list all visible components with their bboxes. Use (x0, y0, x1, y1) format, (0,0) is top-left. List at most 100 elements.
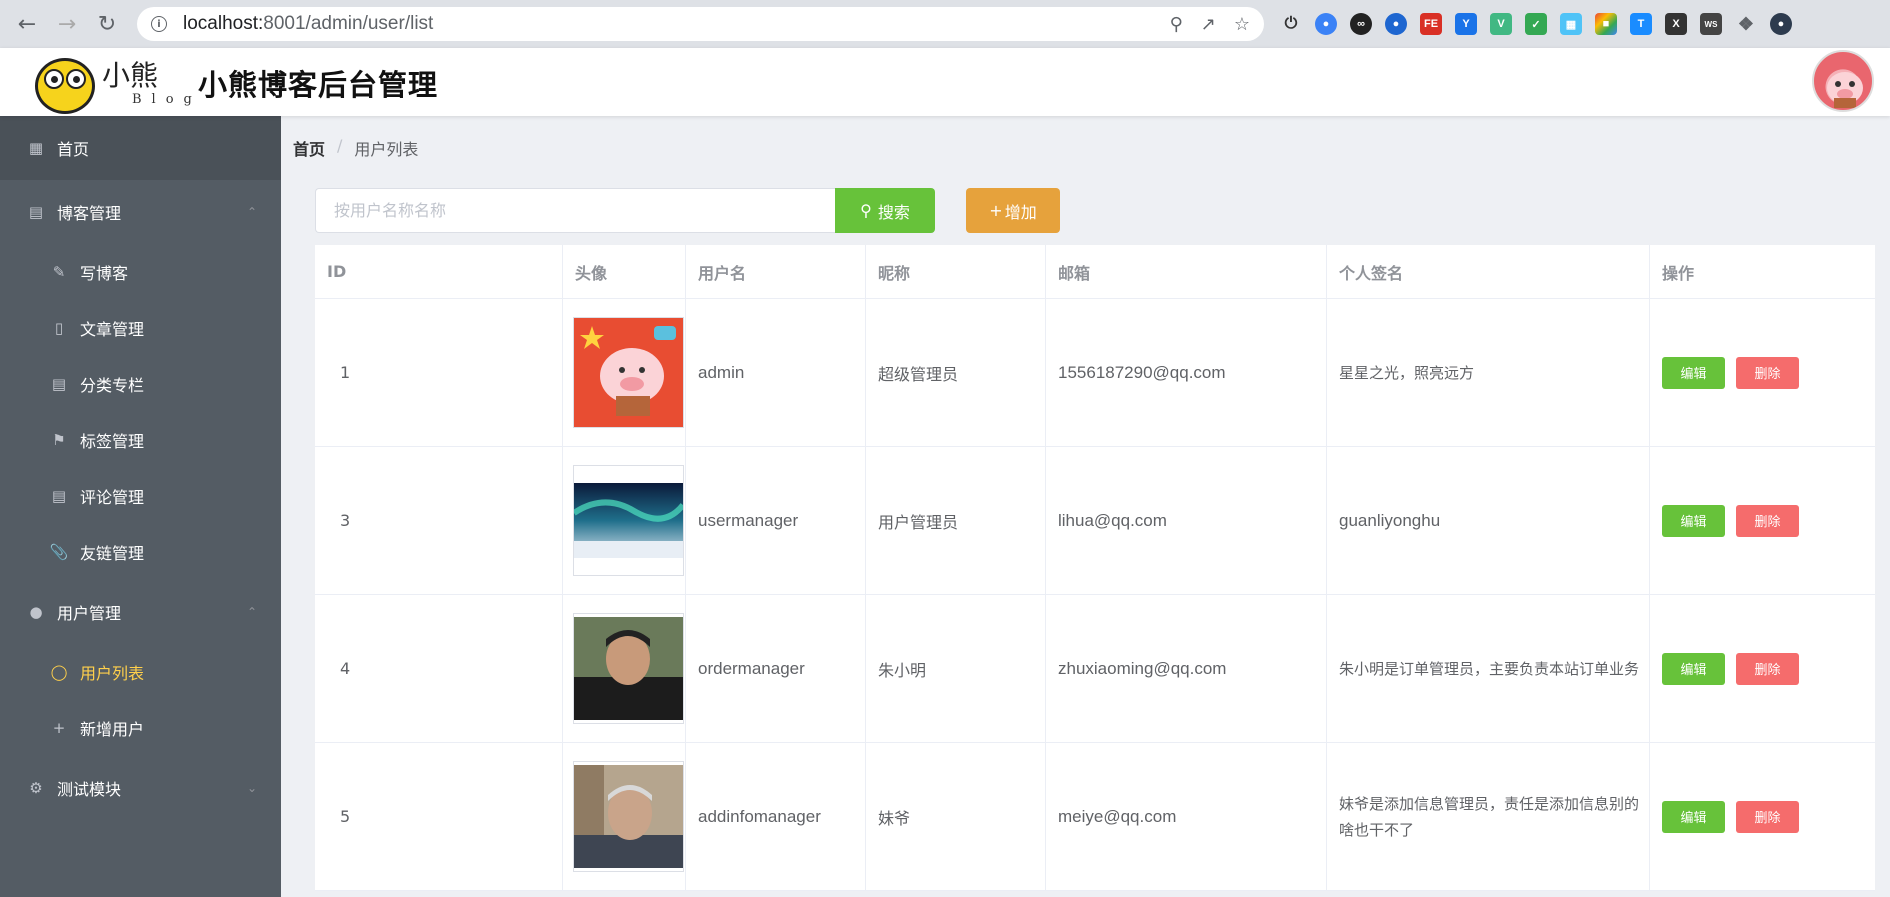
column-header-nickname: 昵称 (866, 245, 1046, 298)
cell-id: 4 (315, 595, 563, 742)
table-row: 1 admin 超级管理员 1556187290@qq.com 星星之光，照亮远… (315, 299, 1875, 447)
sidebar: ▦ 首页 ▤ 博客管理 ⌃ ✎ 写博客 ▯ 文章管理 ▤ 分类专栏 ⚑ 标签管理… (0, 116, 281, 897)
setting-icon: ⚙ (29, 779, 43, 797)
cell-nickname: 妹爷 (866, 743, 1046, 890)
palette-extension-icon[interactable]: ■ (1595, 13, 1617, 35)
column-header-id: ID (315, 245, 563, 298)
y-extension-icon[interactable]: Y (1455, 13, 1477, 35)
infinity-extension-icon[interactable]: ∞ (1350, 13, 1372, 35)
logo-text: 小熊 (102, 59, 159, 92)
fe-extension-icon[interactable]: FE (1420, 13, 1442, 35)
sidebar-item-user-management[interactable]: ● 用户管理 ⌃ (0, 580, 281, 644)
cell-username: addinfomanager (686, 743, 866, 890)
sidebar-item-label: 测试模块 (57, 780, 122, 799)
edit-button[interactable]: 编辑 (1662, 652, 1725, 685)
sidebar-item-categories[interactable]: ▤ 分类专栏 (0, 356, 281, 412)
forward-icon[interactable]: → (48, 5, 86, 43)
share-icon[interactable]: ↗ (1201, 14, 1216, 35)
cell-actions: 编辑 删除 (1650, 743, 1875, 890)
breadcrumb-home[interactable]: 首页 (293, 136, 325, 160)
column-header-username: 用户名 (686, 245, 866, 298)
avatar-image (573, 761, 684, 872)
search-icon: ⚲ (860, 201, 872, 220)
avatar-image (573, 613, 684, 724)
cell-email: meiye@qq.com (1046, 743, 1327, 890)
table-row: 4 ordermanager 朱小明 zhuxiaoming@qq.com 朱小… (315, 595, 1875, 743)
avatar-image (573, 317, 684, 428)
edit-button[interactable]: 编辑 (1662, 504, 1725, 537)
x-extension-icon[interactable]: X (1665, 13, 1687, 35)
puzzle-extension-icon[interactable]: ❖ (1735, 13, 1757, 35)
sidebar-item-label: 标签管理 (80, 432, 145, 451)
bookmark-star-icon[interactable]: ☆ (1234, 14, 1250, 35)
chevron-up-icon: ⌃ (246, 605, 257, 619)
cell-actions: 编辑 删除 (1650, 447, 1875, 594)
notebook-icon: ▯ (54, 319, 64, 337)
search-button[interactable]: ⚲ 搜索 (835, 188, 935, 233)
cell-email: zhuxiaoming@qq.com (1046, 595, 1327, 742)
delete-button[interactable]: 删除 (1736, 800, 1799, 833)
column-header-signature: 个人签名 (1327, 245, 1650, 298)
search-input[interactable] (315, 188, 835, 233)
plus-icon: + (989, 201, 1003, 220)
sidebar-item-user-list[interactable]: ◯ 用户列表 (0, 644, 281, 700)
user-avatar[interactable] (1812, 50, 1874, 112)
sidebar-item-articles[interactable]: ▯ 文章管理 (0, 300, 281, 356)
zoom-icon[interactable]: ⚲ (1170, 14, 1183, 35)
fox-extension-icon[interactable]: ● (1385, 13, 1407, 35)
sidebar-item-links[interactable]: 📎 友链管理 (0, 524, 281, 580)
bookmark-icon: ⚑ (52, 431, 66, 449)
breadcrumb: 首页 / 用户列表 (293, 136, 418, 160)
sidebar-item-write-blog[interactable]: ✎ 写博客 (0, 244, 281, 300)
back-icon[interactable]: ← (8, 5, 46, 43)
blog-icon: ▤ (28, 203, 44, 221)
vue-extension-icon[interactable]: V (1490, 13, 1512, 35)
url-text[interactable]: localhost:8001/admin/user/list (183, 13, 433, 35)
sidebar-item-label: 用户列表 (80, 664, 145, 683)
breadcrumb-separator: / (337, 136, 343, 155)
cell-avatar (563, 595, 686, 742)
t-extension-icon[interactable]: T (1630, 13, 1652, 35)
sidebar-item-label: 友链管理 (80, 544, 145, 563)
cell-id: 1 (315, 299, 563, 446)
edit-button[interactable]: 编辑 (1662, 800, 1725, 833)
column-header-actions: 操作 (1662, 263, 1695, 283)
delete-button[interactable]: 删除 (1736, 652, 1799, 685)
shield-extension-icon[interactable]: ● (1315, 13, 1337, 35)
sidebar-item-blog-management[interactable]: ▤ 博客管理 ⌃ (0, 180, 281, 244)
user-table: ID 头像 用户名 昵称 邮箱 个人签名 操作 1 admin 超级管理员 15… (315, 245, 1875, 891)
sidebar-item-home[interactable]: ▦ 首页 (0, 116, 281, 180)
sidebar-item-add-user[interactable]: + 新增用户 (0, 700, 281, 756)
cell-nickname: 超级管理员 (866, 299, 1046, 446)
shield-check-extension-icon[interactable]: ✓ (1525, 13, 1547, 35)
cell-avatar (563, 447, 686, 594)
sidebar-item-label: 分类专栏 (80, 376, 145, 395)
sidebar-item-comments[interactable]: ▤ 评论管理 (0, 468, 281, 524)
grid-extension-icon[interactable]: ▦ (1560, 13, 1582, 35)
sidebar-item-label: 文章管理 (80, 320, 145, 339)
sidebar-item-tags[interactable]: ⚑ 标签管理 (0, 412, 281, 468)
plus-icon: + (52, 719, 66, 737)
logo-subtext: Blog (132, 92, 202, 107)
table-row: 5 addinfomanager 妹爷 meiye@qq.com 妹爷是添加信息… (315, 743, 1875, 891)
delete-button[interactable]: 删除 (1736, 504, 1799, 537)
cell-username: usermanager (686, 447, 866, 594)
sidebar-item-label: 首页 (57, 140, 90, 159)
cell-nickname: 朱小明 (866, 595, 1046, 742)
cell-username: ordermanager (686, 595, 866, 742)
site-info-icon[interactable]: i (151, 16, 167, 32)
delete-button[interactable]: 删除 (1736, 356, 1799, 389)
sidebar-item-test-module[interactable]: ⚙ 测试模块 ⌄ (0, 756, 281, 820)
profile-avatar-icon[interactable]: ● (1770, 13, 1792, 35)
power-extension-icon[interactable]: ⏻ (1280, 13, 1302, 35)
cell-actions: 编辑 删除 (1650, 299, 1875, 446)
add-button[interactable]: + 增加 (966, 188, 1060, 233)
reload-icon[interactable]: ↻ (88, 5, 126, 43)
logo[interactable]: 小熊 Blog (32, 52, 192, 114)
app-header: 小熊 Blog 小熊博客后台管理 (0, 48, 1890, 116)
address-bar[interactable]: i localhost:8001/admin/user/list ⚲ ↗ ☆ (137, 7, 1264, 41)
edit-button[interactable]: 编辑 (1662, 356, 1725, 389)
pen-icon: ✎ (52, 263, 66, 281)
bear-logo-icon (35, 58, 95, 114)
wise-extension-icon[interactable]: WS (1700, 13, 1722, 35)
